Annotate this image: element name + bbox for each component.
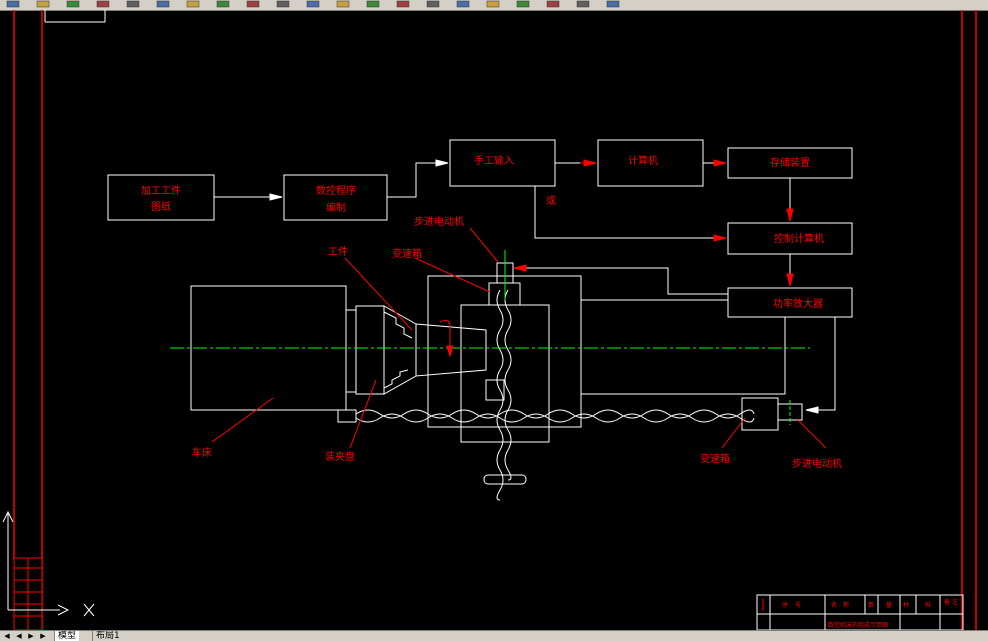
print-icon[interactable] [96, 0, 110, 8]
tb-note: 数控机床的组成示意图 [828, 621, 888, 629]
calculator-icon[interactable] [546, 0, 560, 8]
chuck [355, 305, 385, 395]
tb-cell-6: 量 [886, 602, 892, 609]
zoom-previous-icon[interactable] [426, 0, 440, 8]
tool-palette-icon[interactable] [516, 0, 530, 8]
preview-icon[interactable] [126, 0, 140, 8]
flow-arrows [269, 159, 819, 414]
match-icon[interactable] [246, 0, 260, 8]
chuck-label: 装夹盘 [325, 450, 355, 463]
storage-text: 存储装置 [770, 156, 810, 169]
or-label: 或 [546, 195, 556, 207]
save-icon[interactable] [66, 0, 80, 8]
undo-icon[interactable] [276, 0, 290, 8]
tb-cell-3: 名 [831, 601, 837, 609]
new-icon[interactable] [6, 0, 20, 8]
programming-text-1: 数控程序 [316, 184, 356, 197]
power-amplifier-text: 功率放大器 [773, 297, 823, 310]
tb-cell-10: 注 [952, 598, 958, 606]
programming-text-2: 编制 [326, 201, 346, 214]
control-computer-text: 控制计算机 [774, 232, 824, 245]
cut-icon[interactable] [156, 0, 170, 8]
tb-cell-4: 称 [843, 601, 849, 609]
pan-icon[interactable] [336, 0, 350, 8]
tb-cell-8: 料 [925, 601, 931, 609]
rotation-arrow [439, 319, 454, 358]
tb-cell-9: 备 [944, 598, 950, 606]
flowchart [107, 139, 853, 411]
zoom-window-icon[interactable] [396, 0, 410, 8]
tb-cell-5: 数 [868, 601, 874, 609]
tb-cell-2: 号 [795, 602, 801, 609]
tb-cell-1: 序 [782, 601, 788, 609]
bed-label: 车床 [192, 446, 212, 459]
layout-tab-bar: ◀ ◀ ▶ ▶ 模型 布局1 [0, 630, 988, 641]
drawing-canvas[interactable]: 加工工件 图纸 数控程序 编制 手工输入 计算机 存储装置 控制计算机 功率放大… [0, 10, 988, 630]
gearbox-bottom-label: 变速箱 [700, 452, 730, 465]
workpiece-label: 工件 [328, 246, 348, 258]
design-center-icon[interactable] [486, 0, 500, 8]
left-side-strip [13, 557, 43, 630]
properties-icon[interactable] [456, 0, 470, 8]
stepper-motor-top-label: 步进电动机 [414, 215, 464, 228]
drawing-text-2: 图纸 [151, 200, 171, 213]
gearbox-top-label: 变速箱 [392, 247, 422, 260]
copy-icon[interactable] [186, 0, 200, 8]
gearbox-bottom [741, 397, 779, 431]
manual-input-text: 手工输入 [474, 154, 514, 167]
layer-icon[interactable] [576, 0, 590, 8]
drawing-frame [13, 10, 977, 630]
color-icon[interactable] [606, 0, 620, 8]
paste-icon[interactable] [216, 0, 230, 8]
stepper-motor-bottom-label: 步进电动机 [792, 457, 842, 470]
block-texts: 加工工件 图纸 数控程序 编制 手工输入 计算机 存储装置 控制计算机 功率放大… [141, 154, 824, 310]
open-icon[interactable] [36, 0, 50, 8]
computer-text: 计算机 [628, 154, 658, 167]
tb-cell-7: 材 [903, 601, 909, 609]
zoom-icon[interactable] [366, 0, 380, 8]
callout-labels: 或 步进电动机 工件 变速箱 车床 装夹盘 变速箱 步进电动机 [192, 195, 842, 470]
drawing-text-1: 加工工件 [141, 185, 181, 197]
redo-icon[interactable] [306, 0, 320, 8]
drawing-block [107, 174, 215, 221]
